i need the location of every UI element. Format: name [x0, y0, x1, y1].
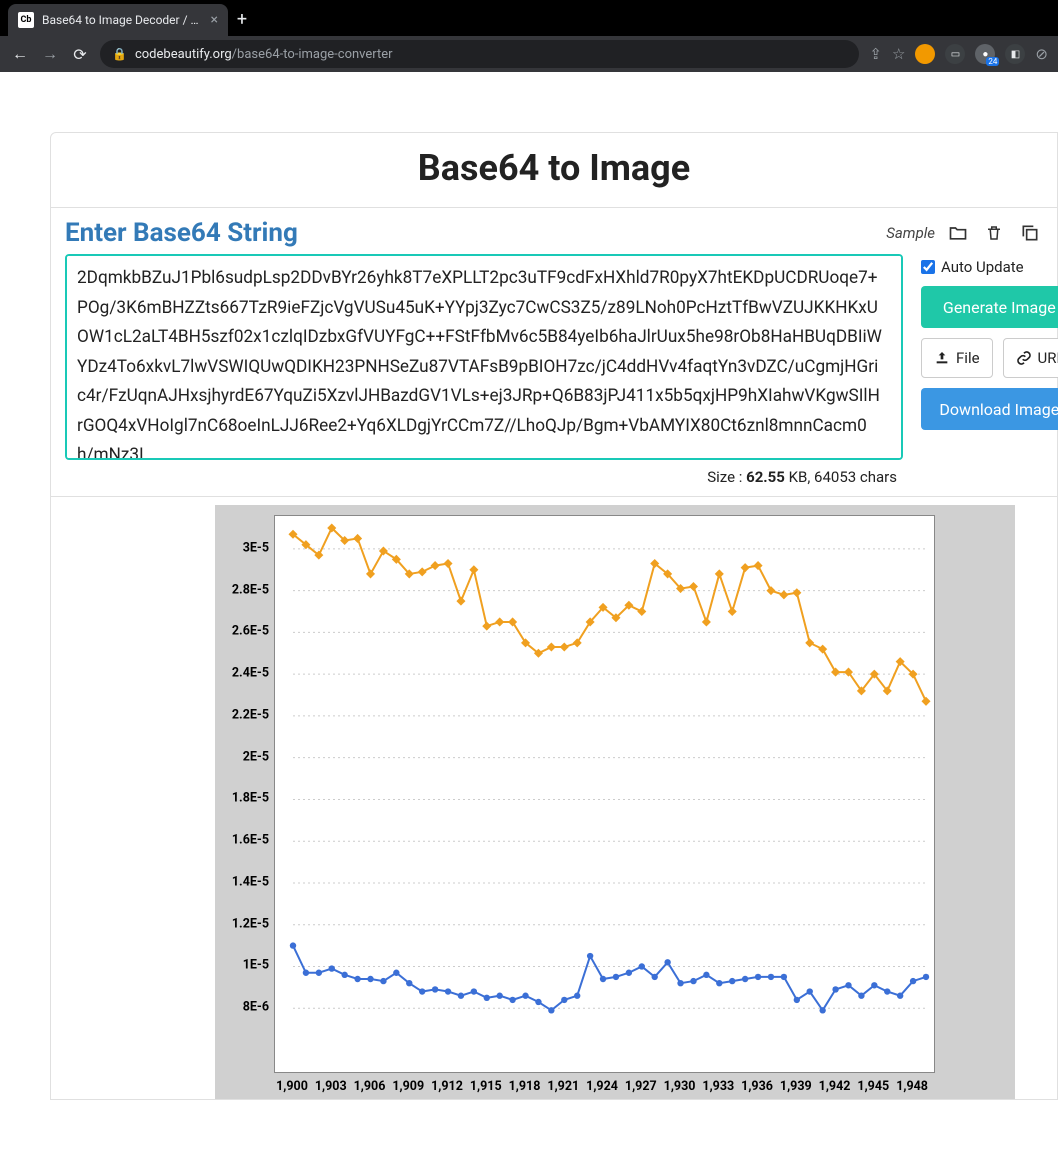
- page-title: Base64 to Image: [51, 133, 1057, 207]
- generate-button[interactable]: Generate Image: [921, 286, 1058, 328]
- extension-2-icon[interactable]: ▭: [945, 44, 965, 64]
- size-info: Size : 62.55 KB, 64053 chars: [65, 468, 903, 486]
- share-icon[interactable]: ⇪: [869, 45, 882, 63]
- y-tick: 3E-5: [243, 540, 269, 555]
- x-tick: 1,939: [780, 1079, 812, 1094]
- y-tick: 8E-6: [243, 1000, 269, 1015]
- y-tick: 2.4E-5: [232, 666, 269, 681]
- x-tick: 1,906: [354, 1079, 386, 1094]
- y-tick: 1.2E-5: [232, 916, 269, 931]
- section-label: Enter Base64 String: [65, 218, 876, 248]
- x-tick: 1,912: [431, 1079, 463, 1094]
- forward-button[interactable]: →: [40, 44, 60, 64]
- back-button[interactable]: ←: [10, 44, 30, 64]
- browser-tab[interactable]: Cb Base64 to Image Decoder / Conv ×: [8, 4, 228, 36]
- x-tick: 1,921: [547, 1079, 579, 1094]
- extension-4-icon[interactable]: ◧: [1005, 44, 1025, 64]
- url-button[interactable]: URL: [1003, 338, 1058, 378]
- copy-icon[interactable]: [1017, 220, 1043, 246]
- x-tick: 1,930: [664, 1079, 696, 1094]
- x-tick: 1,918: [509, 1079, 541, 1094]
- y-tick: 2.6E-5: [232, 624, 269, 639]
- x-tick: 1,936: [741, 1079, 773, 1094]
- tab-favicon: Cb: [18, 12, 34, 28]
- x-tick: 1,945: [857, 1079, 889, 1094]
- url-host: codebeautify.org: [135, 47, 232, 62]
- x-tick: 1,933: [702, 1079, 734, 1094]
- download-button[interactable]: Download Image: [921, 388, 1058, 430]
- chart-plot-area: [274, 515, 935, 1073]
- chart-container: cat dog 3E-52.8E-52.6E-52.4E-52.2E-52E-5…: [215, 505, 1015, 1099]
- auto-update-input[interactable]: [921, 260, 935, 274]
- auto-update-checkbox[interactable]: Auto Update: [921, 258, 1058, 276]
- base64-input[interactable]: [65, 254, 903, 460]
- y-tick: 2E-5: [243, 749, 269, 764]
- tab-close-icon[interactable]: ×: [211, 12, 218, 28]
- sample-link[interactable]: Sample: [886, 224, 935, 242]
- bookmark-icon[interactable]: ☆: [892, 45, 905, 63]
- y-tick: 2.8E-5: [232, 582, 269, 597]
- main-card: Base64 to Image Enter Base64 String Samp…: [50, 132, 1058, 1100]
- x-tick: 1,942: [819, 1079, 851, 1094]
- url-path: /base64-to-image-converter: [232, 47, 393, 62]
- file-button[interactable]: File: [921, 338, 993, 378]
- extension-3-icon[interactable]: ●24: [975, 44, 995, 64]
- x-tick: 1,948: [896, 1079, 928, 1094]
- x-tick: 1,900: [276, 1079, 308, 1094]
- browser-chrome: Cb Base64 to Image Decoder / Conv × + ← …: [0, 0, 1058, 72]
- y-tick: 1E-5: [243, 958, 269, 973]
- x-tick: 1,927: [625, 1079, 657, 1094]
- tab-title: Base64 to Image Decoder / Conv: [42, 13, 203, 27]
- x-tick: 1,915: [470, 1079, 502, 1094]
- y-tick: 2.2E-5: [232, 707, 269, 722]
- extension-5-icon[interactable]: ⊘: [1035, 45, 1048, 63]
- lock-icon: 🔒: [112, 47, 127, 61]
- new-tab-button[interactable]: +: [228, 4, 256, 36]
- y-tick: 1.4E-5: [232, 874, 269, 889]
- y-tick: 1.8E-5: [232, 791, 269, 806]
- address-bar[interactable]: 🔒 codebeautify.org/base64-to-image-conve…: [100, 40, 859, 68]
- open-folder-icon[interactable]: [945, 220, 971, 246]
- extension-1-icon[interactable]: [915, 44, 935, 64]
- reload-button[interactable]: ⟳: [70, 45, 90, 64]
- x-tick: 1,924: [586, 1079, 618, 1094]
- x-tick: 1,903: [315, 1079, 347, 1094]
- y-tick: 1.6E-5: [232, 833, 269, 848]
- trash-icon[interactable]: [981, 220, 1007, 246]
- x-tick: 1,909: [392, 1079, 424, 1094]
